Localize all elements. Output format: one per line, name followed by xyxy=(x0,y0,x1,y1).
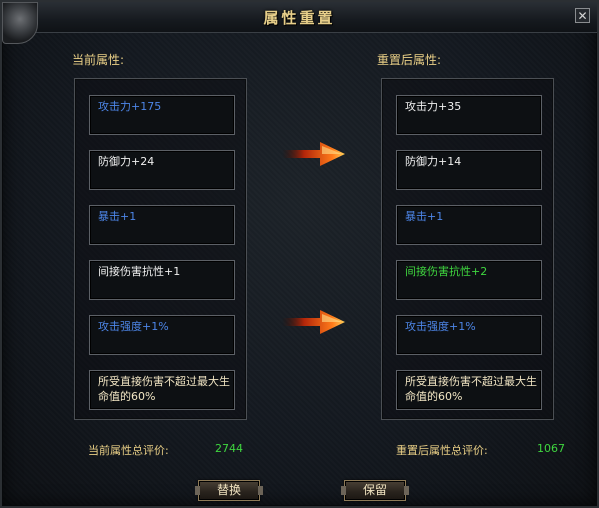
reset-attr-5: 攻击强度+1% xyxy=(396,315,542,355)
window-title: 属性重置 xyxy=(263,9,336,27)
current-attributes-panel: 攻击力+175 防御力+24 暴击+1 间接伤害抗性+1 攻击强度+1% 所受直… xyxy=(74,78,247,420)
current-attr-6: 所受直接伤害不超过最大生命值的60% xyxy=(89,370,235,410)
current-attr-4: 间接伤害抗性+1 xyxy=(89,260,235,300)
keep-button[interactable]: 保留 xyxy=(341,480,409,501)
attribute-reset-window: 属性重置 ✕ 当前属性: 重置后属性: 攻击力+175 防御力+24 暴击+1 … xyxy=(0,0,599,508)
reset-score-value: 1067 xyxy=(537,442,565,455)
current-attr-3: 暴击+1 xyxy=(89,205,235,245)
current-attributes-label: 当前属性: xyxy=(72,53,125,67)
arrow-right-icon xyxy=(282,142,345,166)
reset-attributes-panel: 攻击力+35 防御力+14 暴击+1 间接伤害抗性+2 攻击强度+1% 所受直接… xyxy=(381,78,554,420)
reset-attr-3: 暴击+1 xyxy=(396,205,542,245)
reset-attributes-label: 重置后属性: xyxy=(377,53,442,67)
current-attr-5: 攻击强度+1% xyxy=(89,315,235,355)
reset-score-label: 重置后属性总评价: xyxy=(396,444,488,457)
reset-attr-2: 防御力+14 xyxy=(396,150,542,190)
arrow-right-icon xyxy=(282,310,345,334)
close-icon[interactable]: ✕ xyxy=(575,8,590,23)
reset-attr-6: 所受直接伤害不超过最大生命值的60% xyxy=(396,370,542,410)
current-attr-1: 攻击力+175 xyxy=(89,95,235,135)
reset-attr-4: 间接伤害抗性+2 xyxy=(396,260,542,300)
reset-attr-1: 攻击力+35 xyxy=(396,95,542,135)
current-score-value: 2744 xyxy=(215,442,243,455)
current-attr-2: 防御力+24 xyxy=(89,150,235,190)
replace-button[interactable]: 替换 xyxy=(195,480,263,501)
current-score-label: 当前属性总评价: xyxy=(88,444,169,457)
